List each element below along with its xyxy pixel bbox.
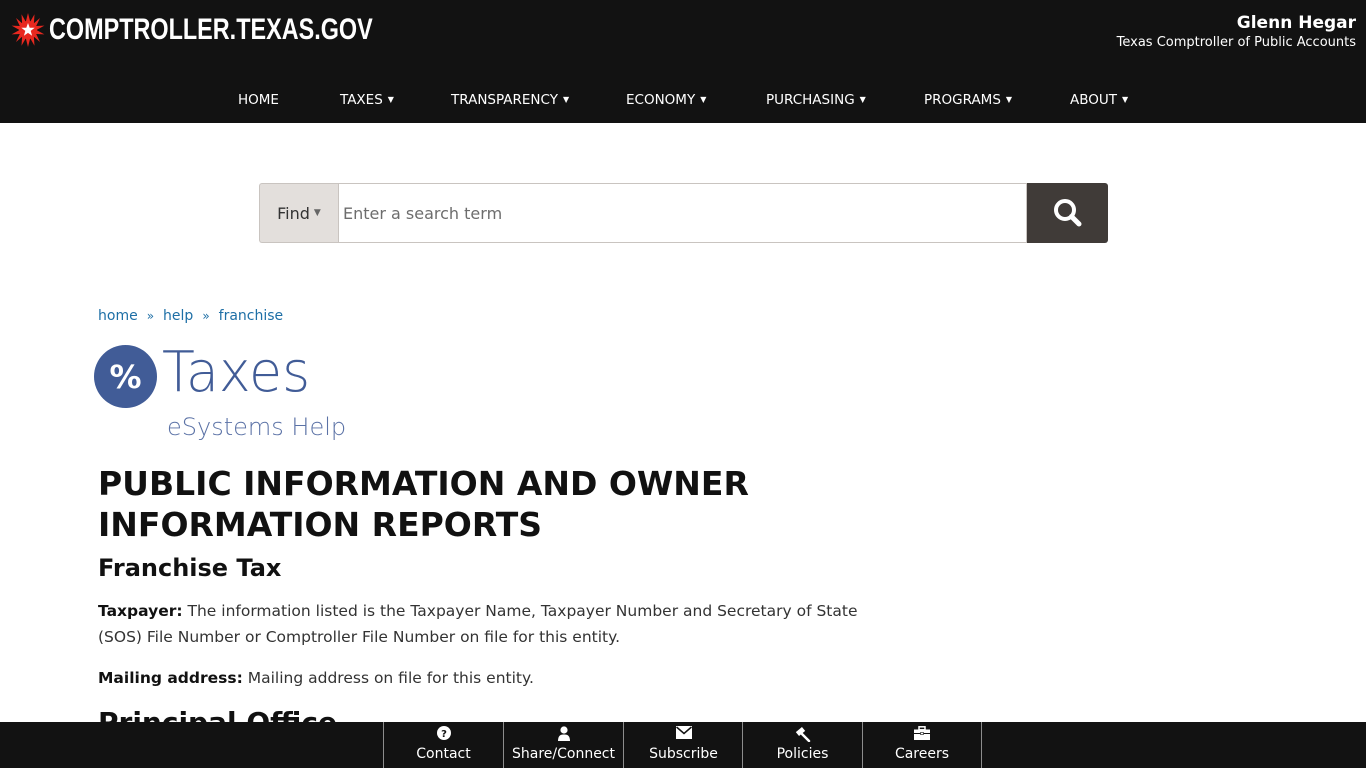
caret-down-icon: ▼ xyxy=(313,208,321,218)
question-circle-icon: ? xyxy=(384,722,503,744)
footer-subscribe-button[interactable]: Subscribe xyxy=(623,722,743,768)
official-block: Glenn Hegar Texas Comptroller of Public … xyxy=(1117,12,1356,52)
badge-symbol: % xyxy=(109,357,142,396)
caret-down-icon: ▼ xyxy=(859,95,866,104)
page-subtitle: Franchise Tax xyxy=(98,554,282,582)
svg-text:?: ? xyxy=(441,729,447,740)
site-name: COMPTROLLER.TEXAS.GOV xyxy=(49,13,373,46)
user-icon xyxy=(504,722,623,744)
section-title: Taxes xyxy=(162,340,311,405)
search-icon xyxy=(1053,199,1081,227)
nav-item-programs[interactable]: PROGRAMS ▼ xyxy=(924,88,1012,112)
nav-label: ECONOMY xyxy=(626,92,696,108)
nav-item-economy[interactable]: ECONOMY ▼ xyxy=(626,88,706,112)
find-label: Find xyxy=(277,203,310,223)
nav-item-transparency[interactable]: TRANSPARENCY ▼ xyxy=(451,88,569,112)
taxpayer-label: Taxpayer: xyxy=(98,602,183,620)
caret-down-icon: ▼ xyxy=(562,95,570,104)
footer-label: Share/Connect xyxy=(511,746,615,762)
main-nav: HOME TAXES ▼ TRANSPARENCY ▼ ECONOMY ▼ PURCH… xyxy=(0,88,1366,112)
footer-share-connect-button[interactable]: Share/Connect xyxy=(503,722,623,768)
breadcrumb-help[interactable]: help xyxy=(163,308,193,324)
nav-label: TRANSPARENCY xyxy=(451,92,558,108)
search-input[interactable] xyxy=(338,183,1027,243)
nav-label: ABOUT xyxy=(1070,92,1118,108)
site-logo[interactable]: COMPTROLLER.TEXAS.GOV xyxy=(10,12,464,48)
breadcrumb-home[interactable]: home xyxy=(98,308,138,324)
find-dropdown-button[interactable]: Find ▼ xyxy=(259,183,338,243)
caret-down-icon: ▼ xyxy=(700,95,707,104)
official-title: Texas Comptroller of Public Accounts xyxy=(1116,35,1356,50)
footer-label: Careers xyxy=(894,746,950,762)
footer-label: Contact xyxy=(416,746,471,762)
mailing-address-text: Mailing address on file for this entity. xyxy=(242,669,534,687)
caret-down-icon: ▼ xyxy=(1005,95,1013,104)
nav-item-home[interactable]: HOME xyxy=(238,88,279,112)
mailing-address-label: Mailing address: xyxy=(98,669,243,687)
gavel-icon xyxy=(743,722,862,744)
site-header: COMPTROLLER.TEXAS.GOV Glenn Hegar Texas … xyxy=(0,0,1366,123)
caret-down-icon: ▼ xyxy=(1122,95,1129,104)
percent-icon: % xyxy=(94,345,157,408)
footer-contact-button[interactable]: ? Contact xyxy=(383,722,503,768)
caret-down-icon: ▼ xyxy=(387,95,394,104)
breadcrumb-franchise[interactable]: franchise xyxy=(219,308,284,324)
breadcrumb-separator: » xyxy=(202,309,210,323)
footer-label: Subscribe xyxy=(649,746,718,762)
search-button[interactable] xyxy=(1027,183,1108,243)
nav-label: TAXES xyxy=(340,92,383,108)
briefcase-icon xyxy=(863,722,981,744)
search-bar: Find ▼ xyxy=(259,183,1108,243)
footer-policies-button[interactable]: Policies xyxy=(742,722,862,768)
nav-label: PROGRAMS xyxy=(924,92,1001,108)
breadcrumb: home » help » franchise xyxy=(98,306,283,326)
official-name: Glenn Hegar xyxy=(1236,13,1356,33)
mailing-address-paragraph: Mailing address: Mailing address on file… xyxy=(98,665,888,691)
page-title: PUBLIC INFORMATION AND OWNER INFORMATION… xyxy=(98,464,749,544)
nav-label: PURCHASING xyxy=(766,92,855,108)
section-subtitle: eSystems Help xyxy=(167,413,347,441)
texas-star-burst-icon xyxy=(11,13,45,47)
breadcrumb-separator: » xyxy=(146,309,155,323)
taxpayer-paragraph: Taxpayer: The information listed is the … xyxy=(98,598,888,650)
nav-label: HOME xyxy=(238,92,279,108)
footer-label: Policies xyxy=(776,746,829,762)
nav-item-purchasing[interactable]: PURCHASING ▼ xyxy=(766,88,866,112)
nav-item-taxes[interactable]: TAXES ▼ xyxy=(340,88,394,112)
footer-toolbar: ? Contact Share/Connect Subscribe Polici… xyxy=(0,722,1366,768)
envelope-icon xyxy=(624,722,743,744)
taxpayer-text: The information listed is the Taxpayer N… xyxy=(98,602,858,646)
nav-item-about[interactable]: ABOUT ▼ xyxy=(1070,88,1128,112)
footer-careers-button[interactable]: Careers xyxy=(862,722,982,768)
